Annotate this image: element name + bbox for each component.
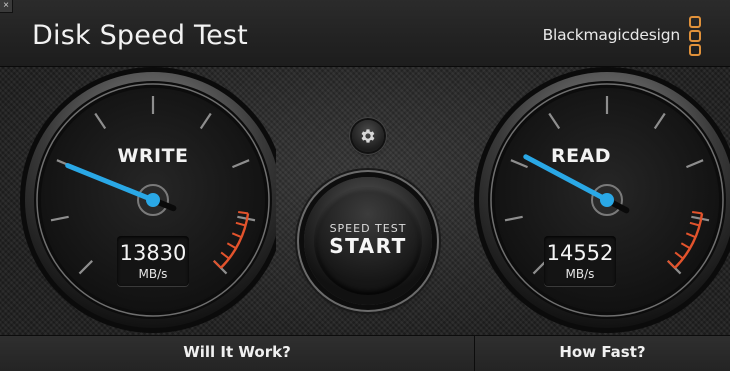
- app-window: × Disk Speed Test Blackmagicdesign WRITE…: [0, 0, 730, 371]
- start-button[interactable]: SPEED TEST START: [304, 177, 432, 305]
- write-needle-cap: [146, 193, 160, 207]
- write-speed-unit: MB/s: [138, 267, 168, 281]
- read-speed-unit: MB/s: [565, 267, 595, 281]
- title-bar: × Disk Speed Test Blackmagicdesign: [0, 0, 730, 67]
- brand-logo-icon: [689, 16, 701, 56]
- gear-icon: [361, 129, 375, 143]
- read-needle-cap: [600, 193, 614, 207]
- write-redline-tick: [238, 210, 249, 215]
- tab-will-it-work[interactable]: Will It Work?: [0, 335, 475, 371]
- tab-how-fast[interactable]: How Fast?: [475, 335, 730, 371]
- write-readout: 13830 MB/s: [117, 236, 189, 286]
- app-title: Disk Speed Test: [32, 20, 248, 51]
- read-readout: 14552 MB/s: [544, 236, 616, 286]
- write-gauge-label: WRITE: [117, 145, 189, 167]
- settings-button[interactable]: [352, 120, 384, 152]
- read-gauge: [474, 67, 730, 333]
- write-gauge: [20, 67, 276, 333]
- close-icon[interactable]: ×: [0, 0, 13, 13]
- brand-name: Blackmagicdesign: [542, 26, 681, 44]
- read-gauge-label: READ: [550, 145, 612, 167]
- write-speed-value: 13830: [119, 241, 187, 265]
- start-button-label: START: [329, 234, 407, 258]
- read-redline-tick: [692, 210, 703, 215]
- read-speed-value: 14552: [546, 241, 614, 265]
